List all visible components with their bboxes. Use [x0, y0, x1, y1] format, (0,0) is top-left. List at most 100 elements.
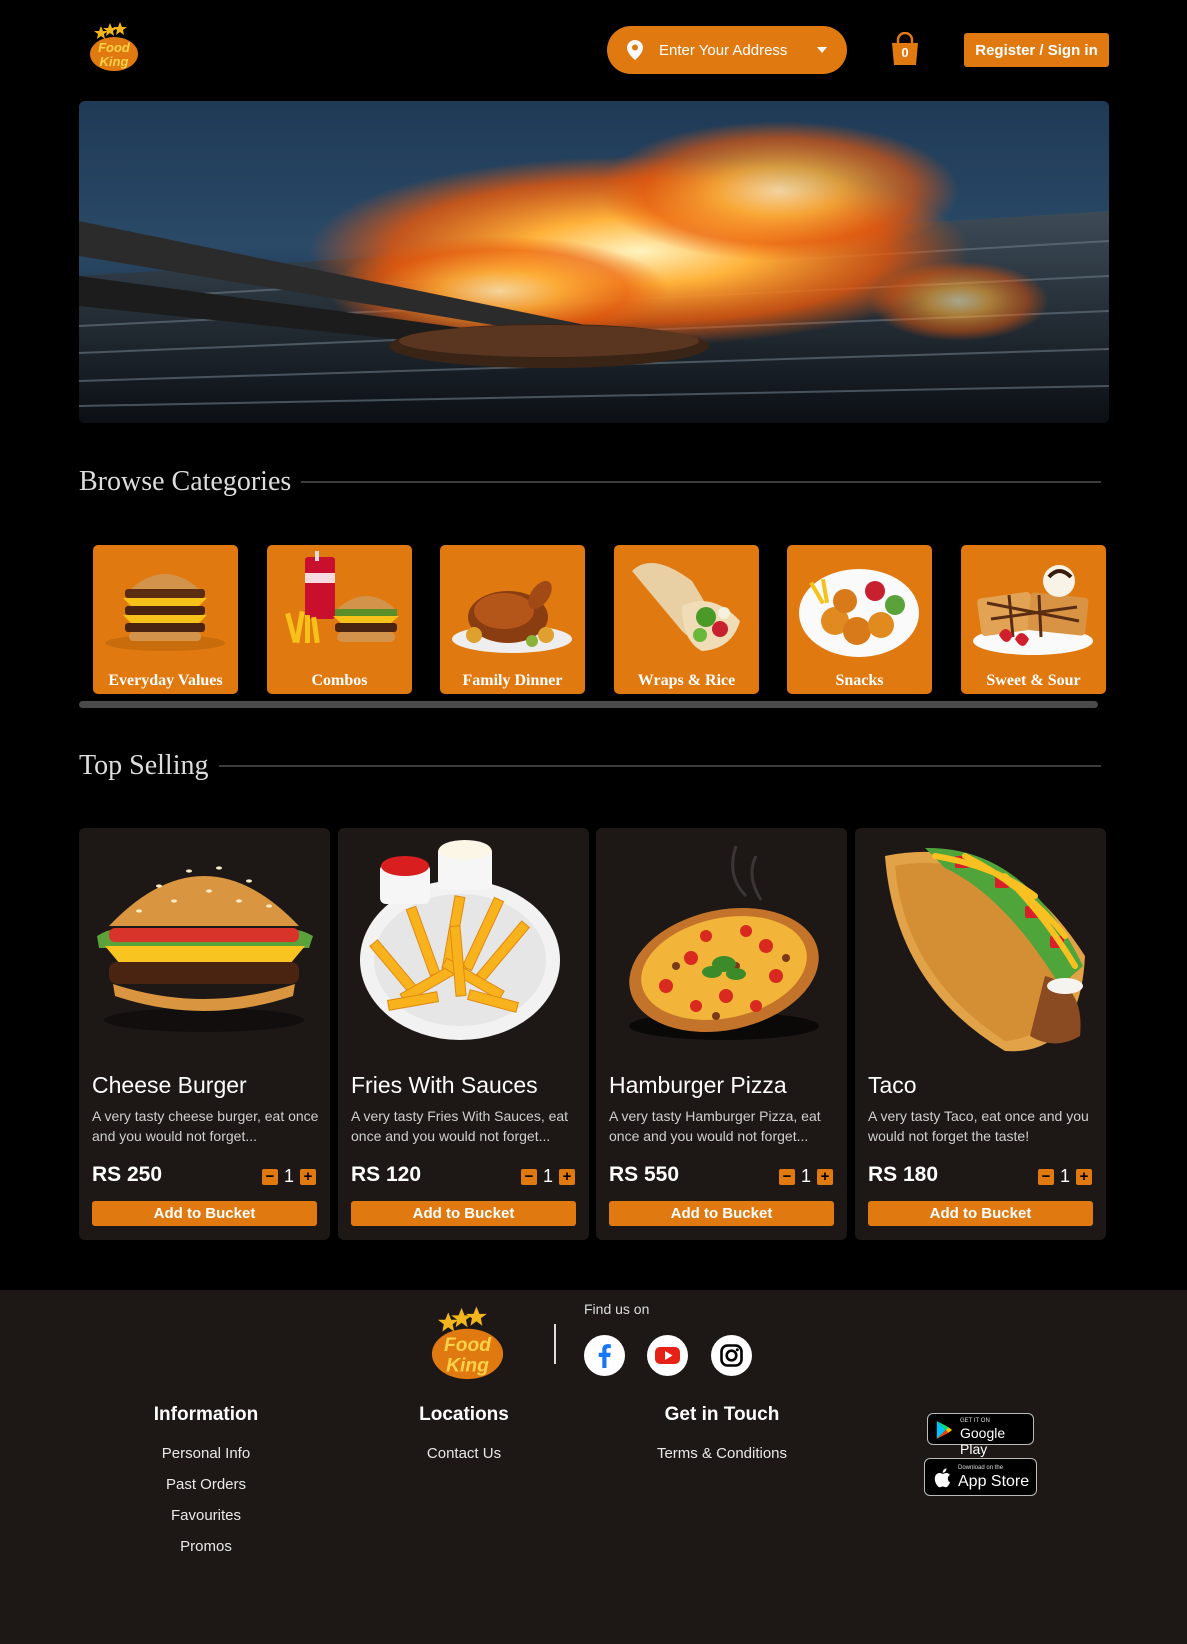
product-card-hamburger-pizza[interactable]: Hamburger Pizza A very tasty Hamburger P…	[596, 828, 847, 1240]
add-to-bucket-button[interactable]: Add to Bucket	[92, 1201, 317, 1226]
category-label: Everyday Values	[108, 672, 223, 689]
past-orders-link[interactable]: Past Orders	[106, 1469, 306, 1500]
hero-banner	[79, 101, 1109, 423]
category-family-dinner[interactable]: Family Dinner	[440, 545, 585, 694]
cheese-burger-image	[97, 866, 313, 1032]
facebook-link[interactable]	[584, 1335, 625, 1376]
product-card-taco[interactable]: Taco A very tasty Taco, eat once and you…	[855, 828, 1106, 1240]
youtube-link[interactable]	[647, 1335, 688, 1376]
roast-chicken-icon	[452, 580, 572, 653]
category-label: Sweet & Sour	[986, 672, 1081, 689]
terms-conditions-link[interactable]: Terms & Conditions	[622, 1438, 822, 1469]
increase-quantity-button[interactable]: +	[1076, 1168, 1092, 1185]
heading-divider	[301, 481, 1101, 483]
product-name: Taco	[868, 1072, 917, 1098]
footer-locations-column: Locations Contact Us	[364, 1404, 564, 1469]
site-header: Food King Enter Your Address 0 Register …	[0, 0, 1187, 100]
find-us-label: Find us on	[584, 1301, 650, 1317]
category-sweet-sour[interactable]: Sweet & Sour	[961, 545, 1106, 694]
category-label: Wraps & Rice	[637, 672, 736, 689]
product-description: A very tasty cheese burger, eat once and…	[92, 1108, 319, 1144]
product-price: RS 180	[868, 1163, 939, 1186]
category-label: Snacks	[835, 672, 884, 689]
add-to-bucket-button[interactable]: Add to Bucket	[868, 1201, 1093, 1226]
waffle-dessert-icon	[973, 565, 1093, 655]
get-in-touch-heading: Get in Touch	[664, 1404, 780, 1425]
favourites-link[interactable]: Favourites	[106, 1500, 306, 1531]
personal-info-link[interactable]: Personal Info	[106, 1438, 306, 1469]
google-play-icon	[936, 1421, 953, 1439]
google-play-badge[interactable]: GET IT ON Google Play	[927, 1413, 1034, 1457]
increase-quantity-button[interactable]: +	[300, 1168, 316, 1185]
product-price: RS 250	[92, 1163, 163, 1186]
location-pin-icon	[627, 40, 643, 60]
burger-stack-icon	[105, 574, 225, 651]
facebook-icon	[598, 1344, 611, 1368]
promos-link[interactable]: Promos	[106, 1531, 306, 1562]
instagram-link[interactable]	[711, 1335, 752, 1376]
product-card-cheese-burger[interactable]: Cheese Burger A very tasty cheese burger…	[79, 828, 330, 1240]
google-play-small-text: GET IT ON	[960, 1418, 990, 1424]
product-description: A very tasty Fries With Sauces, eat once…	[351, 1108, 569, 1144]
site-footer: Food King Find us on Information Persona…	[0, 1290, 1187, 1644]
category-combos[interactable]: Combos	[267, 545, 412, 694]
product-name: Hamburger Pizza	[609, 1072, 787, 1098]
product-price: RS 120	[351, 1163, 422, 1186]
increase-quantity-button[interactable]: +	[817, 1168, 833, 1185]
svg-text:King: King	[100, 54, 129, 69]
address-placeholder: Enter Your Address	[659, 41, 788, 59]
taco-image	[885, 847, 1085, 1052]
app-store-text: App Store	[958, 1473, 1030, 1490]
category-scrollbar[interactable]	[79, 701, 1098, 708]
hamburger-pizza-image	[629, 845, 819, 1040]
footer-divider	[554, 1324, 556, 1364]
fries-with-sauces-image	[360, 840, 560, 1040]
add-to-bucket-button[interactable]: Add to Bucket	[351, 1201, 576, 1226]
quantity-stepper: − 1 +	[1037, 1166, 1092, 1187]
product-card-fries-with-sauces[interactable]: Fries With Sauces A very tasty Fries Wit…	[338, 828, 589, 1240]
category-wraps-rice[interactable]: Wraps & Rice	[614, 545, 759, 694]
footer-information-column: Information Personal Info Past Orders Fa…	[106, 1404, 306, 1562]
information-heading: Information	[153, 1404, 259, 1425]
increase-quantity-button[interactable]: +	[559, 1168, 575, 1185]
contact-us-link[interactable]: Contact Us	[364, 1438, 564, 1469]
bucket-button[interactable]: 0	[889, 31, 921, 66]
decrease-quantity-button[interactable]: −	[778, 1168, 795, 1185]
product-description: A very tasty Taco, eat once and you woul…	[868, 1108, 1089, 1144]
add-to-bucket-button[interactable]: Add to Bucket	[609, 1201, 834, 1226]
apple-icon	[934, 1468, 951, 1488]
footer-food-king-logo[interactable]: Food King	[426, 1306, 512, 1384]
top-selling-title: Top Selling	[79, 750, 209, 781]
browse-categories-heading: Browse Categories	[79, 466, 1101, 498]
quantity-stepper: − 1 +	[261, 1166, 316, 1187]
locations-heading: Locations	[419, 1404, 509, 1425]
app-store-badge[interactable]: Download on the App Store	[924, 1458, 1037, 1496]
category-label: Combos	[311, 672, 368, 689]
address-selector[interactable]: Enter Your Address	[607, 26, 847, 74]
combo-meal-icon	[285, 551, 399, 644]
product-name: Fries With Sauces	[351, 1072, 538, 1098]
register-signin-button[interactable]: Register / Sign in	[964, 33, 1109, 67]
category-everyday-values[interactable]: Everyday Values	[93, 545, 238, 694]
chevron-down-icon	[817, 47, 827, 53]
svg-text:Food: Food	[444, 1335, 492, 1356]
svg-text:Food: Food	[98, 40, 131, 55]
svg-text:King: King	[446, 1356, 489, 1377]
quantity-value: 1	[800, 1166, 811, 1186]
category-snacks[interactable]: Snacks	[787, 545, 932, 694]
decrease-quantity-button[interactable]: −	[1037, 1168, 1054, 1185]
decrease-quantity-button[interactable]: −	[520, 1168, 537, 1185]
google-play-text: Google Play	[960, 1425, 1006, 1457]
food-king-logo[interactable]: Food King	[86, 22, 144, 74]
heading-divider	[218, 765, 1101, 767]
category-list: Everyday Values Combos Family Dinner Wra…	[93, 545, 1107, 695]
bucket-count: 0	[901, 45, 909, 60]
app-store-small-text: Download on the	[958, 1465, 1004, 1471]
product-name: Cheese Burger	[92, 1072, 247, 1098]
footer-contact-column: Get in Touch Terms & Conditions	[622, 1404, 822, 1469]
top-selling-heading: Top Selling	[79, 750, 1101, 782]
decrease-quantity-button[interactable]: −	[261, 1168, 278, 1185]
quantity-value: 1	[542, 1166, 553, 1186]
quantity-stepper: − 1 +	[778, 1166, 833, 1187]
browse-categories-title: Browse Categories	[79, 466, 292, 497]
